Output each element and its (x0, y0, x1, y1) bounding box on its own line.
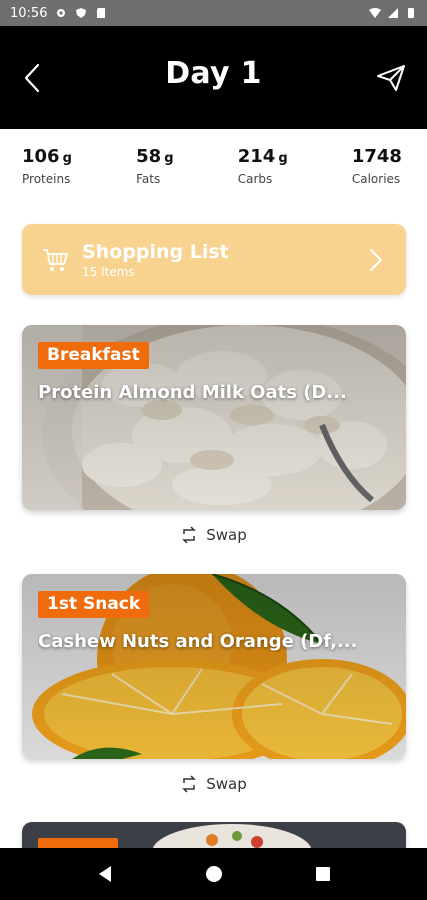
macro-fats: 58 g Fats (136, 146, 173, 198)
meal-tag: 1st Snack (38, 591, 150, 618)
status-bar: 10:56 (0, 0, 427, 26)
status-time: 10:56 (10, 5, 48, 21)
shopping-list-title: Shopping List (82, 240, 229, 263)
macros-summary: 106 g Proteins 58 g Fats 214 g Carbs 1748 C… (22, 146, 405, 198)
system-nav-bar (0, 848, 427, 900)
macro-value: 58 (136, 146, 162, 167)
macro-unit: g (164, 151, 174, 166)
macro-proteins: 106 g Proteins (22, 146, 72, 198)
swap-label: Swap (206, 775, 247, 793)
macro-value: 106 (22, 146, 60, 167)
meal-name: Cashew Nuts and Orange (Df,... (38, 631, 358, 652)
swap-button-snack[interactable]: Swap (0, 775, 427, 793)
triangle-back-icon (98, 866, 111, 882)
nav-back-button[interactable] (85, 854, 125, 894)
shield-icon (76, 8, 87, 18)
square-recents-icon (315, 867, 330, 881)
macro-label: Fats (136, 172, 161, 186)
wifi-icon (369, 8, 381, 18)
send-icon (377, 65, 405, 91)
battery-icon (408, 8, 414, 18)
macro-unit: g (278, 151, 288, 166)
page-title: Day 1 (165, 56, 262, 91)
share-button[interactable] (373, 60, 409, 96)
swap-label: Swap (206, 526, 247, 544)
swap-icon (182, 775, 197, 793)
status-right (369, 7, 417, 19)
macro-label: Proteins (22, 172, 71, 186)
macro-unit: g (62, 151, 72, 166)
meal-tag: Breakfast (38, 342, 149, 369)
macro-calories: 1748 Calories (352, 146, 405, 198)
meal-name: Protein Almond Milk Oats (D... (38, 382, 347, 403)
macro-carbs: 214 g Carbs (238, 146, 288, 198)
macro-value: 1748 (351, 146, 402, 167)
settings-icon (57, 9, 66, 17)
macro-label: Carbs (237, 172, 273, 186)
circle-home-icon (205, 866, 222, 882)
meal-card-breakfast[interactable]: Breakfast Protein Almond Milk Oats (D... (22, 325, 406, 510)
nav-recents-button[interactable] (303, 854, 343, 894)
macro-value: 214 (237, 146, 276, 167)
chevron-right-icon (370, 248, 382, 271)
nav-home-button[interactable] (194, 854, 234, 894)
swap-button-breakfast[interactable]: Swap (0, 526, 427, 544)
status-left: 10:56 (10, 6, 107, 21)
shopping-list-text: Shopping List 15 Items (82, 241, 229, 279)
sd-card-icon (97, 8, 106, 18)
meal-card-snack[interactable]: 1st Snack Cashew Nuts and Orange (Df,... (22, 574, 406, 759)
shopping-list-count: 15 Items (82, 264, 135, 279)
signal-icon (388, 8, 398, 18)
swap-icon (182, 526, 197, 544)
app-header: Day 1 (0, 26, 427, 129)
shopping-list-button[interactable]: Shopping List 15 Items (22, 224, 406, 295)
macro-label: Calories (351, 172, 401, 186)
cart-icon (40, 245, 70, 275)
